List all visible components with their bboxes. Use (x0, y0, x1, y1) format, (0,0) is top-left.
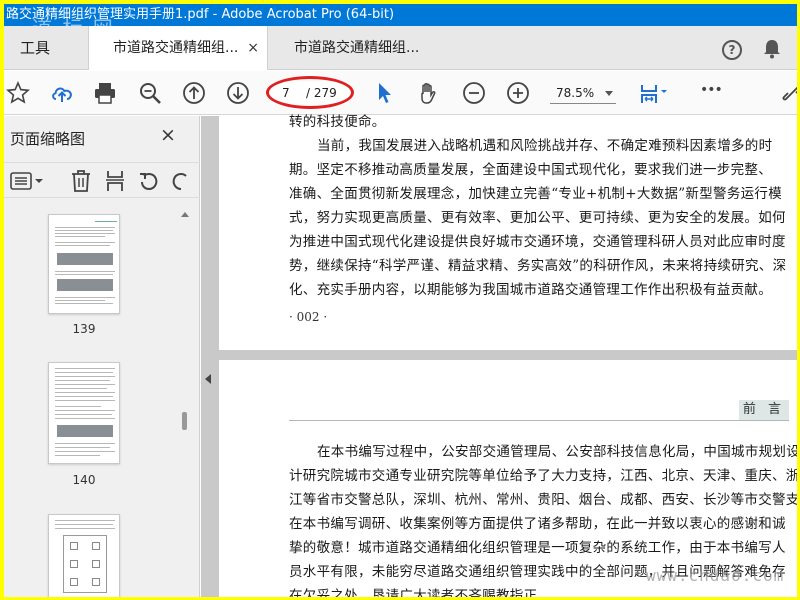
red-highlight-ellipse (266, 76, 354, 109)
tab-tools[interactable]: 工具 (4, 26, 84, 70)
body-text-line: 式，努力实现更高质量、更有效率、更加公平、更可持续、更为安全的发展。如何 (289, 210, 786, 226)
section-rule (289, 420, 789, 421)
more-icon[interactable]: ••• (700, 82, 724, 106)
title-bar: 路交通精细组织管理实用手册1.pdf - Adobe Acrobat Pro (… (4, 4, 797, 26)
body-text-line: 为推进中国式现代化建设提供良好城市交通环境，交通管理科研人员对此应审时度 (289, 234, 786, 250)
collapse-panel-icon[interactable] (205, 374, 211, 384)
star-icon[interactable] (6, 81, 30, 105)
thumbnail-label: 140 (72, 473, 96, 487)
body-text-line: 挚的敬意！城市道路交通精细化组织管理是一项复杂的系统工作，由于本书编写人 (289, 540, 786, 556)
site-url-watermark: www.cndao.com (646, 566, 785, 585)
pdf-page-lower: 前 言 在本书编写过程中，公安部交通管理局、公安部科技信息化局，中国城市规划设 … (219, 360, 797, 597)
page-up-icon[interactable] (182, 81, 206, 105)
select-cursor-icon[interactable] (372, 81, 396, 105)
tab-document-active[interactable]: 市道路交通精细组... × (88, 26, 268, 70)
options-menu-icon[interactable] (10, 171, 44, 191)
zoom-search-icon[interactable] (138, 81, 162, 105)
page-thumbnail-140[interactable] (48, 362, 120, 464)
chevron-down-icon[interactable] (605, 91, 613, 96)
extract-pages-icon[interactable] (104, 169, 126, 193)
page-down-icon[interactable] (226, 81, 250, 105)
pdf-page-upper: 转的科技便命。 当前，我国发展进入战略机遇和风险挑战并存、不确定难预料因素增多的… (219, 114, 797, 350)
thumbnail-label: 139 (72, 322, 96, 336)
trash-icon[interactable] (70, 169, 92, 193)
rotate-clockwise-icon[interactable] (170, 170, 192, 192)
body-text-line: 准确、全面贯彻新发展理念，加快建立完善“专业+机制+大数据”新型警务运行模 (289, 186, 783, 202)
thumbnail-photo (57, 425, 113, 437)
thumbnail-photo (57, 279, 113, 291)
print-icon[interactable] (93, 81, 117, 105)
body-text-line: 势，继续保持“科学严谨、精益求精、务实高效”的科研作风，未来将持续研究、深 (289, 258, 787, 274)
zoom-in-icon[interactable] (506, 81, 530, 105)
thumbnail-toolbar (4, 162, 200, 198)
notification-bell-icon[interactable] (763, 39, 781, 59)
tab-bar: 工具 市道路交通精细组... × 市道路交通精细组... ? (4, 26, 797, 70)
page-number: · 002 · (289, 310, 328, 324)
body-text-line: 当前，我国发展进入战略机遇和风险挑战并存、不确定难预料因素增多的时 (317, 138, 773, 154)
scroll-up-icon[interactable] (181, 212, 189, 217)
page-thumbnail-141[interactable] (48, 514, 120, 597)
scrollbar-thumb[interactable] (182, 412, 187, 430)
body-text-line: 在欠妥之处，恳请广大读者不吝赐教指正。 (289, 588, 552, 597)
fit-page-icon[interactable] (638, 81, 670, 105)
thumbnail-panel: 页面缩略图 × 139 140 (4, 116, 200, 597)
thumbnail-figure (63, 535, 107, 593)
tab-document-inactive[interactable]: 市道路交通精细组... (270, 26, 450, 70)
body-text-line: 期。坚定不移推动高质量发展，全面建设中国式现代化，要求我们进一步完整、 (289, 162, 772, 178)
tab-label: 市道路交通精细组... (294, 40, 420, 56)
body-text-line: 计研究院城市交通专业研究院等单位给予了大力支持，江西、北京、天津、重庆、浙 (289, 468, 797, 484)
section-tag: 前 言 (739, 400, 789, 420)
body-text-line: 江等省市交警总队，深圳、杭州、常州、贵阳、烟台、成都、西安、长沙等市交警支队 (289, 492, 797, 508)
body-text-line: 在本书编写调研、收集案例等方面提供了诸多帮助，在此一并致以衷心的感谢和诚 (289, 516, 786, 532)
body-text-line: 化、充实手册内容，以期能够为我国城市道路交通管理工作作出积极有益贡献。 (289, 282, 772, 298)
rotate-counterclockwise-icon[interactable] (138, 170, 160, 192)
tab-label: 市道路交通精细组... (113, 40, 239, 56)
close-panel-icon[interactable]: × (160, 124, 176, 146)
hand-icon[interactable] (416, 81, 440, 105)
zoom-out-icon[interactable] (462, 81, 486, 105)
acrobat-window: 路交通精细组织管理实用手册1.pdf - Adobe Acrobat Pro (… (4, 4, 797, 597)
cloud-upload-icon[interactable] (50, 81, 74, 105)
help-icon[interactable]: ? (722, 40, 742, 60)
main-toolbar: 7 / 279 78.5% ••• (4, 71, 797, 115)
tab-close-icon[interactable]: × (247, 26, 259, 70)
body-text-line: 转的科技便命。 (289, 114, 386, 130)
thumbnail-scrollbar[interactable] (180, 212, 190, 597)
page-thumbnail-139[interactable] (48, 214, 120, 314)
panel-title: 页面缩略图 (10, 130, 86, 148)
link-icon[interactable] (780, 81, 797, 105)
thumbnail-photo (57, 253, 113, 265)
body-text-line: 在本书编写过程中，公安部交通管理局、公安部科技信息化局，中国城市规划设 (317, 444, 797, 460)
document-view[interactable]: 转的科技便命。 当前，我国发展进入战略机遇和风险挑战并存、不确定难预料因素增多的… (201, 114, 797, 597)
